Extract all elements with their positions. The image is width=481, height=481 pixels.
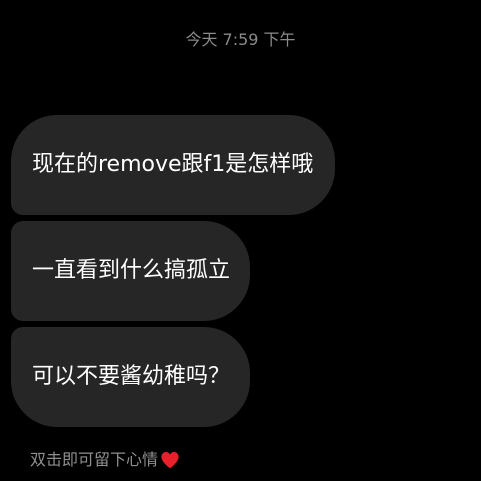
reaction-hint[interactable]: 双击即可留下心情 xyxy=(30,449,180,471)
message-bubble[interactable]: 一直看到什么搞孤立 xyxy=(11,221,251,321)
heart-icon xyxy=(161,451,179,469)
reaction-hint-text: 双击即可留下心情 xyxy=(30,450,159,469)
message-thread: 现在的remove跟f1是怎样哦 一直看到什么搞孤立 可以不要酱幼稚吗？ xyxy=(11,115,336,427)
message-bubble[interactable]: 现在的remove跟f1是怎样哦 xyxy=(11,115,336,215)
message-bubble[interactable]: 可以不要酱幼稚吗？ xyxy=(11,327,251,427)
chat-screen: 今天 7:59 下午 现在的remove跟f1是怎样哦 一直看到什么搞孤立 可以… xyxy=(0,0,481,481)
heart-shape xyxy=(161,451,179,469)
message-timestamp: 今天 7:59 下午 xyxy=(185,30,296,49)
